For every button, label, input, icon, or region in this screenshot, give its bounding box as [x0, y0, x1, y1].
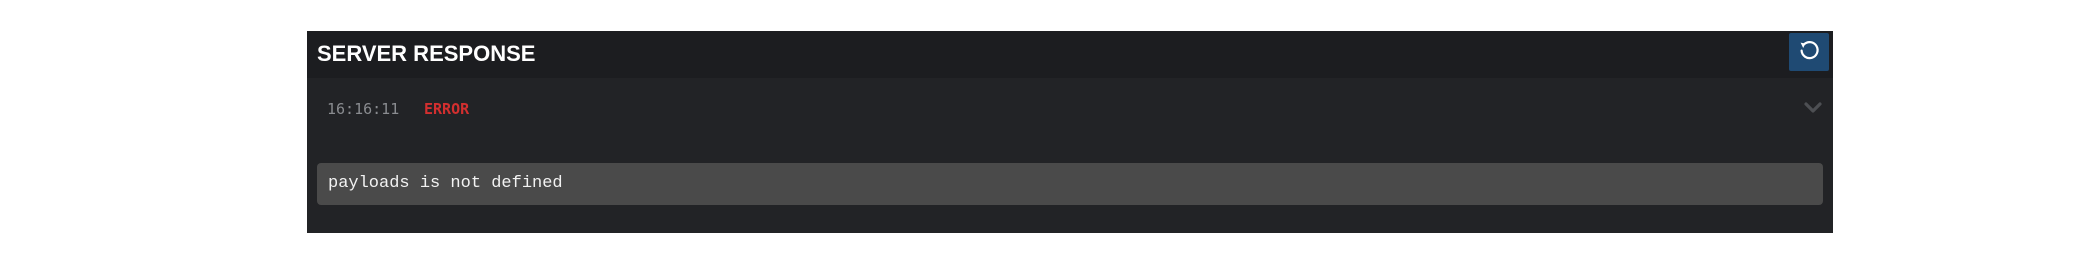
- error-message-text: payloads is not defined: [328, 174, 563, 193]
- panel-header: SERVER RESPONSE: [307, 31, 1833, 78]
- log-level-badge: ERROR: [424, 100, 470, 118]
- log-entry[interactable]: 16:16:11 ERROR: [307, 79, 1833, 141]
- log-timestamp: 16:16:11: [327, 100, 400, 118]
- refresh-icon: [1798, 39, 1820, 66]
- refresh-button[interactable]: [1789, 33, 1829, 71]
- server-response-panel: SERVER RESPONSE 16:16:11 ERROR payloads …: [307, 31, 1833, 233]
- error-message-box: payloads is not defined: [317, 163, 1823, 205]
- panel-title: SERVER RESPONSE: [317, 41, 536, 66]
- chevron-down-icon[interactable]: [1801, 98, 1825, 118]
